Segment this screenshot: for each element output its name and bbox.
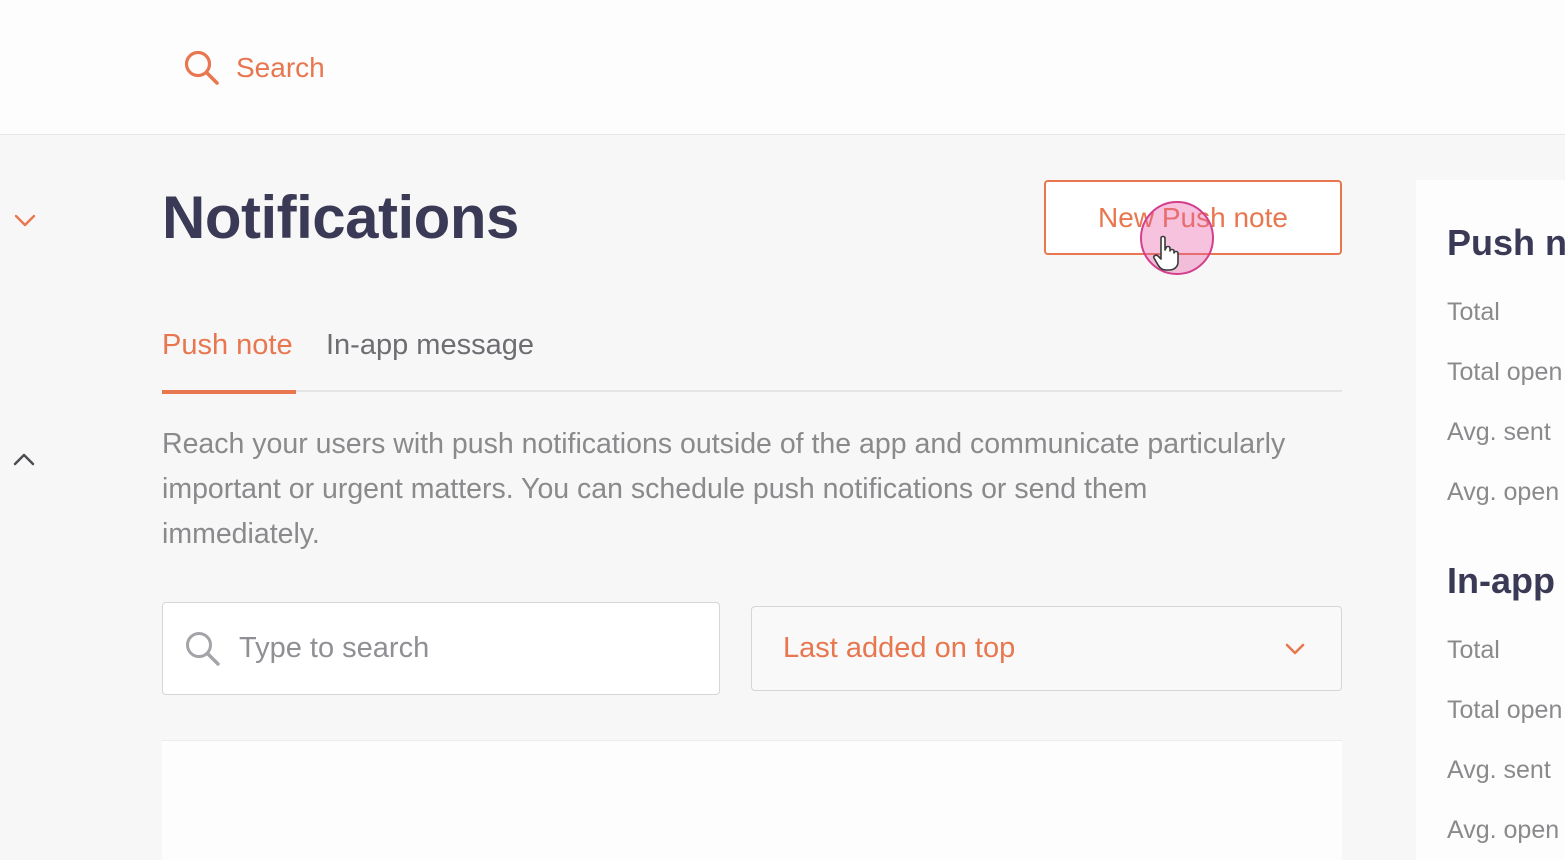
- chevron-up-icon: [13, 453, 35, 466]
- push-stat-avg-opened: Avg. open: [1447, 478, 1560, 506]
- inapp-stat-total: Total: [1447, 636, 1500, 664]
- inapp-stat-avg-sent: Avg. sent: [1447, 756, 1551, 784]
- chevron-down-icon: [14, 214, 36, 227]
- global-search-button[interactable]: Search: [182, 46, 325, 90]
- page-description: Reach your users with push notifications…: [162, 428, 1286, 550]
- notifications-list: [162, 740, 1342, 860]
- push-stat-total: Total: [1447, 298, 1500, 326]
- search-field[interactable]: [162, 602, 720, 695]
- chevron-down-icon: [1285, 643, 1305, 655]
- search-icon: [186, 631, 220, 666]
- stats-panel: Push no Total Total open Avg. sent Avg. …: [1416, 180, 1565, 860]
- push-stat-avg-sent: Avg. sent: [1447, 418, 1551, 446]
- new-push-note-button[interactable]: New Push note: [1044, 180, 1342, 255]
- push-stat-total-opened: Total open: [1447, 358, 1563, 386]
- search-input[interactable]: [237, 631, 697, 666]
- global-search-label: Search: [236, 52, 325, 83]
- sort-selected-value: Last added on top: [783, 632, 1016, 664]
- inapp-stats-title: In-app m: [1447, 560, 1565, 601]
- tab-in-app-message[interactable]: In-app message: [326, 322, 534, 392]
- sidebar-expand-toggle[interactable]: [11, 446, 37, 472]
- page-title: Notifications: [162, 184, 519, 251]
- notification-tabs: Push note In-app message: [162, 322, 1342, 394]
- tab-push-note[interactable]: Push note: [162, 322, 296, 394]
- top-bar: Search: [0, 0, 1565, 135]
- sidebar-collapse-toggle[interactable]: [12, 208, 38, 234]
- push-stats-title: Push no: [1447, 222, 1565, 263]
- sort-dropdown[interactable]: Last added on top: [751, 606, 1342, 691]
- inapp-stat-total-opened: Total open: [1447, 696, 1563, 724]
- search-icon: [184, 50, 219, 85]
